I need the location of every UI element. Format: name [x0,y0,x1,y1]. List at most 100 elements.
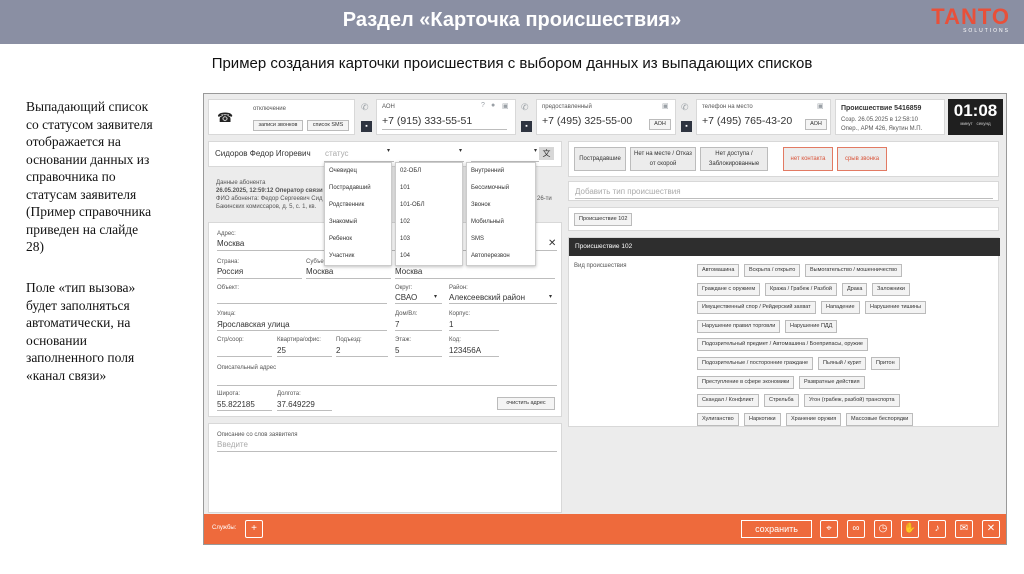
location-pin-icon[interactable]: ● [491,102,495,109]
caller-status-select[interactable]: статус [325,149,349,158]
incident-kind-tag[interactable]: Наркотики [744,412,781,426]
copy-icon[interactable]: ▣ [502,102,509,110]
dropdown-option[interactable]: Мобильный [467,214,535,231]
incident-kind-tag[interactable]: Преступление в сфере экономики [697,375,795,389]
add-incident-type-input[interactable]: Добавить тип происшествия [575,187,681,196]
translate-icon[interactable]: 文 [539,147,554,160]
incident-kind-tag[interactable]: Пьяный / курит [818,357,867,370]
incident-kind-tag[interactable]: Нарушение правил торговли [697,319,781,333]
message-icon[interactable]: ▪ [361,121,372,132]
dropdown-option[interactable]: Бессимочный [467,180,535,197]
aon-tag-button[interactable]: АОН [649,119,671,130]
incident-kind-tag[interactable]: Имущественный спор / Рейдерский захват [697,301,816,315]
message-icon[interactable]: ▪ [521,121,532,132]
incident-kind-tag[interactable]: Скандал / Конфликт [697,394,759,408]
dropdown-option[interactable]: Ребенок [325,231,391,248]
incident-kind-tag[interactable]: Подозрительные / посторонние граждане [697,357,814,370]
chevron-down-icon[interactable]: ▾ [459,147,462,154]
korpus-input[interactable]: 1 [449,320,453,329]
house-input[interactable]: 7 [395,320,399,329]
close-icon[interactable]: ✕ [548,238,556,249]
description-input[interactable]: Введите [217,440,248,449]
incident-kind-tag[interactable]: Развратные действия [799,375,865,389]
chevron-down-icon[interactable]: ▾ [434,293,437,300]
copy-icon[interactable]: ▣ [662,102,669,110]
subject-input[interactable]: Москва [306,267,333,276]
dropdown-option[interactable]: 02-ОБЛ [396,163,462,180]
district-select[interactable]: Алексеевский район [449,293,525,302]
add-service-button[interactable]: + [245,520,263,538]
hand-icon[interactable]: ✋ [901,520,919,538]
alarm-icon[interactable]: ♪ [928,520,946,538]
incident-kind-tag[interactable]: Нарушение тишины [865,301,927,315]
hangup-icon[interactable]: ☎ [217,110,233,126]
dropdown-option[interactable]: SMS [467,231,535,248]
incident-kind-tag[interactable]: Вымогательство / мошенничество [805,264,903,277]
incident-kind-tag[interactable]: Угон (грабеж, разбой) транспорта [804,394,900,408]
chat-icon[interactable]: ✉ [955,520,973,538]
okrug-select[interactable]: СВАО [395,293,417,302]
dropdown-option[interactable]: Знакомый [325,214,391,231]
dropdown-option[interactable]: Очевидец [325,163,391,180]
link-icon[interactable]: ∞ [847,520,865,538]
incident-kind-tag[interactable]: Кража / Грабеж / Разбой [765,282,838,296]
flat-input[interactable]: 25 [277,346,286,355]
incident-kind-tag[interactable]: Подозрительный предмет / Автомашина / Бо… [697,338,868,352]
longitude-input[interactable]: 37.649229 [277,400,315,409]
aon-field: АОН ? ● ▣ +7 (915) 333-55-51 [376,99,516,135]
dropdown-option[interactable]: Автоперезвон [467,248,535,265]
save-button[interactable]: сохранить [741,520,812,538]
call-timer: 01:08 минут секунд [948,99,1003,135]
incident-kind-tag[interactable]: Массовые беспорядки [846,412,914,426]
dropdown-option[interactable]: 101-ОБЛ [396,197,462,214]
no-contact-button[interactable]: нет контакта [783,147,833,171]
timer-icon[interactable]: ◷ [874,520,892,538]
dropdown-option[interactable]: 102 [396,214,462,231]
incident-kind-tag[interactable]: Стрельба [764,394,799,408]
incident-kind-tag[interactable]: Граждане с оружием [697,282,761,296]
dropdown-option[interactable]: Родственник [325,197,391,214]
caller-name-input[interactable]: Сидоров Федор Игоревич [215,149,311,158]
incident-type-chip[interactable]: Происшествие 102 [574,213,633,226]
victims-button[interactable]: Пострадавшие [574,147,626,171]
dropdown-option[interactable]: 101 [396,180,462,197]
dropdown-option[interactable]: 103 [396,231,462,248]
call-records-button[interactable]: записи звонков [253,120,303,131]
code-input[interactable]: 123456А [449,346,481,355]
help-icon[interactable]: ? [481,102,485,109]
street-input[interactable]: Ярославская улица [217,320,290,329]
floor-input[interactable]: 5 [395,346,399,355]
dropdown-option[interactable]: Внутренний [467,163,535,180]
latitude-input[interactable]: 55.822185 [217,400,255,409]
location-icon[interactable]: ⌖ [820,520,838,538]
entrance-input[interactable]: 2 [336,346,340,355]
incident-kind-tag[interactable]: Нападение [821,301,860,315]
incident-kind-tag[interactable]: Хулиганство [697,412,739,426]
call-dropped-button[interactable]: срыв звонка [837,147,887,171]
no-access-button[interactable]: Нет доступа / Заблокированные [700,147,768,171]
incident-kind-tag[interactable]: Хранение оружия [786,412,842,426]
incident-kind-tag[interactable]: Заложники [872,282,910,296]
incident-kind-tag[interactable]: Драка [842,282,868,296]
not-on-site-button[interactable]: Нет на месте / Отказ от скорой [630,147,696,171]
close-icon[interactable]: ✕ [982,520,1000,538]
message-icon[interactable]: ▪ [681,121,692,132]
dropdown-option[interactable]: Звонок [467,197,535,214]
clear-address-button[interactable]: очистить адрес [497,397,555,410]
dropdown-option[interactable]: Участник [325,248,391,265]
sms-list-button[interactable]: список SMS [307,120,349,131]
address-input[interactable]: Москва [217,239,244,248]
incident-kind-tag[interactable]: Нарушение ПДД [785,319,838,333]
aon-tag-button[interactable]: АОН [805,119,827,130]
incident-kind-tag[interactable]: Притон [871,357,900,370]
copy-icon[interactable]: ▣ [817,102,824,110]
dropdown-option[interactable]: Пострадавший [325,180,391,197]
country-input[interactable]: Россия [217,267,243,276]
chevron-down-icon[interactable]: ▾ [549,293,552,300]
dropdown-option[interactable]: 104 [396,248,462,265]
chevron-down-icon[interactable]: ▾ [534,147,537,154]
incident-kind-tag[interactable]: Автомашина [697,264,740,277]
chevron-down-icon[interactable]: ▾ [387,147,390,154]
incident-kind-tag[interactable]: Вскрыта / открыто [744,264,801,277]
locality-input[interactable]: Москва [395,267,422,276]
